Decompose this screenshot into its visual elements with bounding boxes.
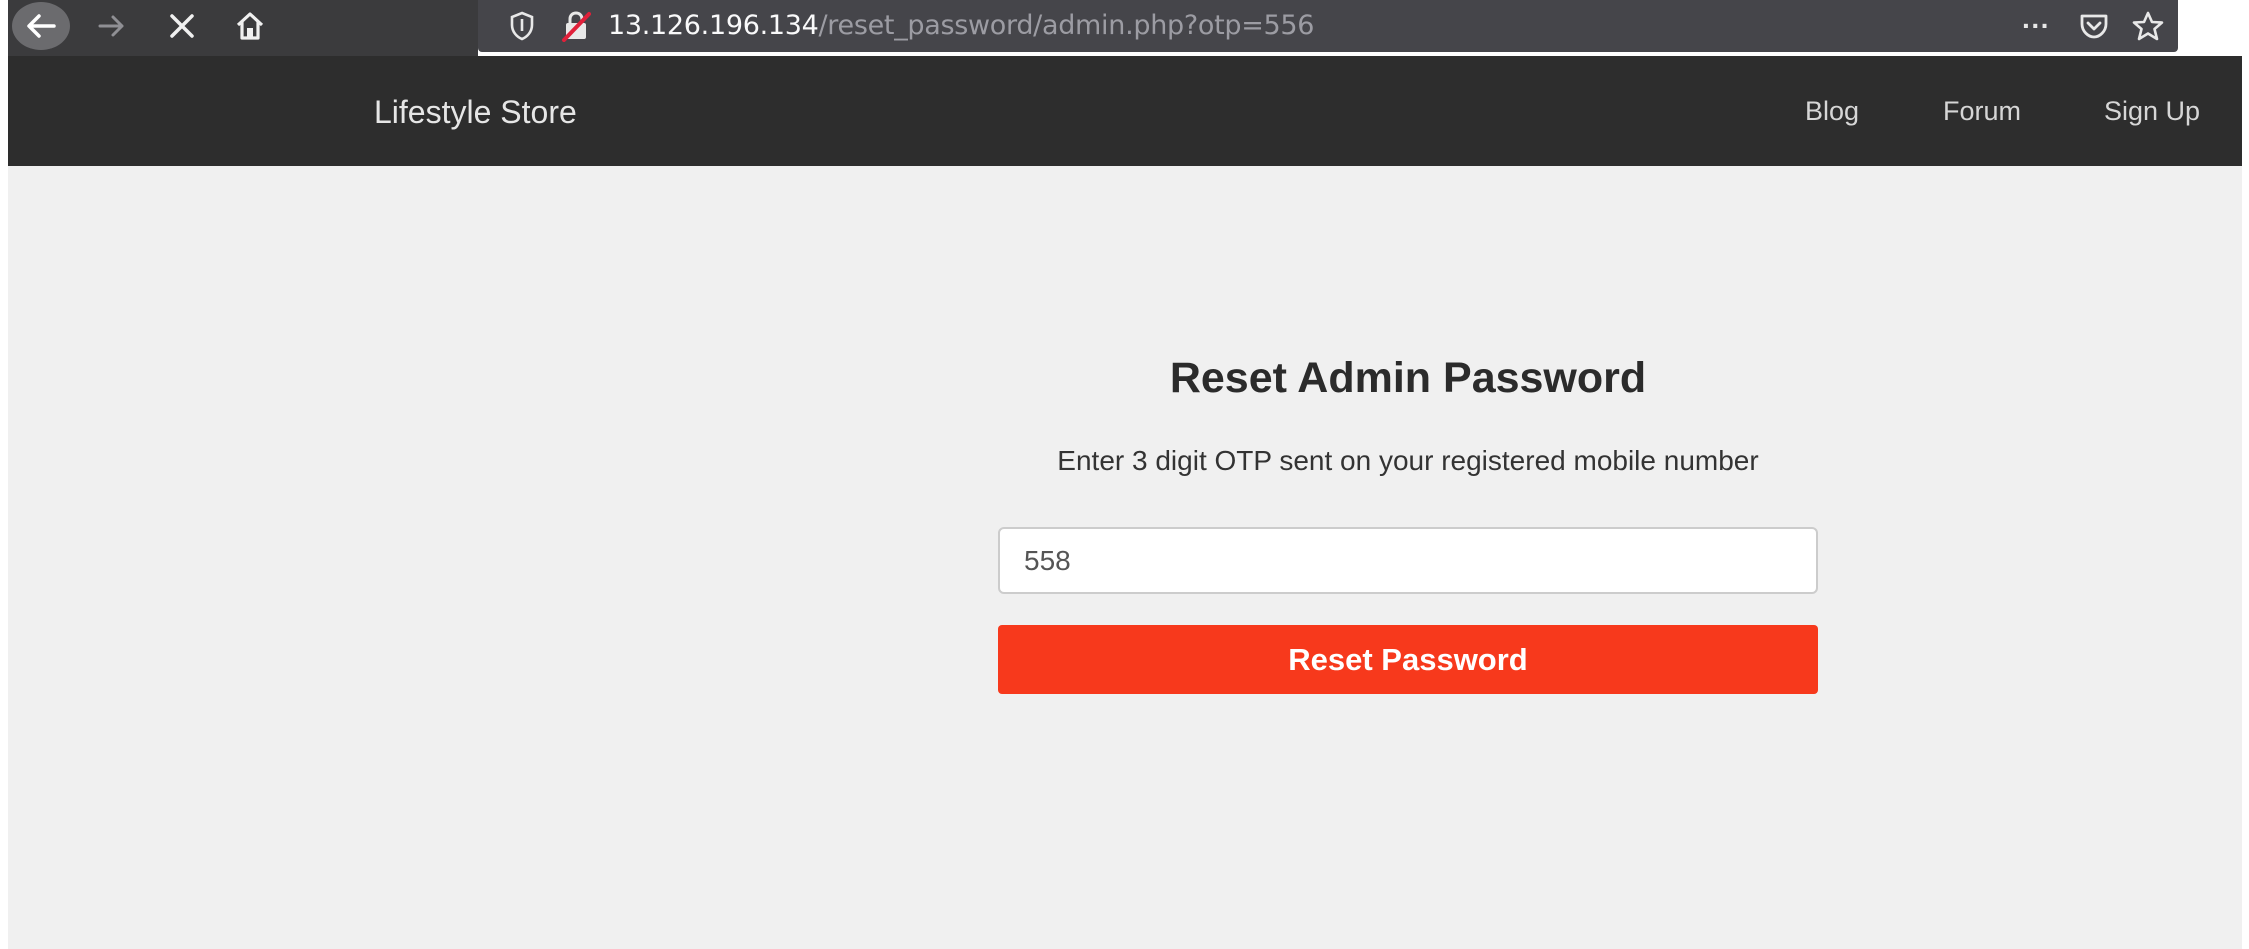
nav-link-blog[interactable]: Blog: [1805, 96, 1859, 127]
url-bar[interactable]: 13.126.196.134/reset_password/admin.php?…: [478, 0, 2178, 52]
forward-icon[interactable]: [88, 4, 136, 48]
pocket-icon[interactable]: [2074, 8, 2114, 44]
url-text[interactable]: 13.126.196.134/reset_password/admin.php?…: [608, 6, 1314, 46]
brand-link[interactable]: Lifestyle Store: [374, 94, 577, 131]
url-host: 13.126.196.134: [608, 10, 819, 41]
bookmark-star-icon[interactable]: [2128, 8, 2168, 44]
stop-icon[interactable]: [158, 4, 206, 48]
browser-toolbar: 13.126.196.134/reset_password/admin.php?…: [8, 0, 2242, 56]
otp-input[interactable]: [998, 527, 1818, 594]
toolbar-nav-area: [8, 0, 478, 56]
nav-link-sign-up[interactable]: Sign Up: [2104, 96, 2200, 127]
otp-instructions: Enter 3 digit OTP sent on your registere…: [1057, 445, 1759, 476]
insecure-lock-icon[interactable]: [558, 8, 594, 44]
nav-link-forum[interactable]: Forum: [1943, 96, 2021, 127]
page-actions-icon[interactable]: ···: [2016, 8, 2056, 44]
back-icon[interactable]: [12, 2, 70, 50]
site-navbar: Lifestyle Store Blog Forum Sign Up: [8, 56, 2242, 166]
home-icon[interactable]: [226, 4, 274, 48]
url-path: /reset_password/admin.php?otp=556: [818, 10, 1315, 41]
reset-password-button[interactable]: Reset Password: [998, 625, 1818, 694]
page-title: Reset Admin Password: [1169, 354, 1647, 402]
tracking-shield-icon[interactable]: [504, 8, 540, 44]
browser-window: 13.126.196.134/reset_password/admin.php?…: [8, 0, 2242, 949]
